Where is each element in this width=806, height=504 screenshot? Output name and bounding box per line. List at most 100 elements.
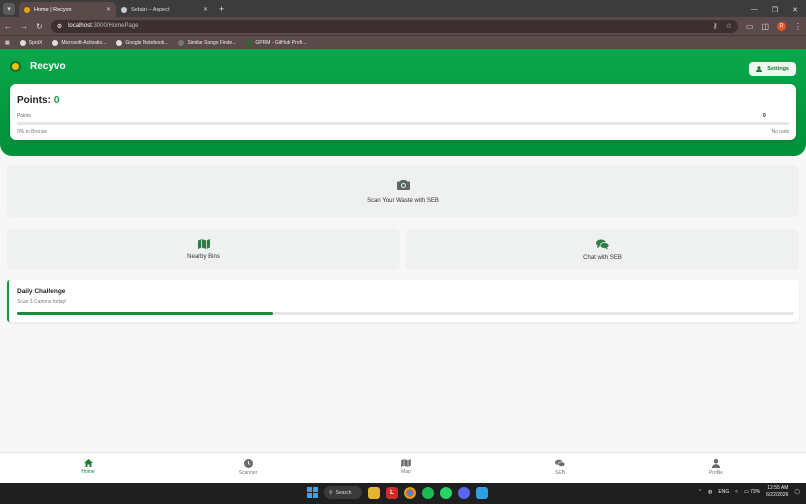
search-icon: ⚲ (329, 489, 333, 496)
camera-icon (396, 179, 410, 190)
bookmarks-bar: ▦ SpotX Microsoft-Activatio... Google No… (0, 35, 806, 49)
map-icon (197, 239, 210, 249)
recyvo-favicon-icon (24, 6, 30, 13)
progress-to-bronze: 0% to Bronze (17, 129, 48, 135)
menu-icon[interactable]: ⋮ (794, 22, 802, 31)
notebook-icon (116, 39, 123, 46)
nav-map[interactable]: Map (376, 459, 436, 475)
bookmark-spotx[interactable]: SpotX (19, 39, 43, 46)
nav-home[interactable]: Home (58, 459, 118, 475)
password-key-icon[interactable]: ⚷ (712, 22, 717, 30)
browser-tab-sebari[interactable]: Sebári – Aspect ✕ (116, 2, 213, 17)
forward-icon[interactable]: → (20, 22, 28, 31)
back-icon[interactable]: ← (4, 22, 12, 31)
bookmark-label: SpotX (28, 39, 43, 46)
sidebar-icon[interactable]: ◫ (761, 22, 769, 31)
brand[interactable]: Recyvo (10, 61, 66, 72)
browser-tabstrip: ▾ Home | Recyvo ✕ Sebári – Aspect ✕ + — … (0, 0, 806, 17)
nearby-bins-card[interactable]: Nearby Bins (7, 229, 400, 270)
clock-time: 12:55 AM (767, 485, 789, 491)
browser-tab-recyvo[interactable]: Home | Recyvo ✕ (19, 2, 116, 17)
language-indicator[interactable]: ENG (718, 489, 729, 495)
microphone-icon[interactable]: ◍ (708, 489, 712, 495)
map-icon (401, 459, 411, 467)
bookmark-label: Microsoft-Activatio... (61, 39, 107, 46)
nav-scanner-label: Scanner (238, 470, 258, 476)
gprm-icon (246, 39, 253, 46)
tab-title: Home | Recyvo (34, 6, 72, 13)
spotify-icon[interactable] (422, 486, 434, 499)
points-card: Points: 0 Points 0 0% to Bronze No rank (10, 84, 796, 140)
nav-map-label: Map (401, 469, 411, 475)
system-tray: ⌃ ◍ ENG ≈ ▭ 73% 12:55 AM 6/22/2026 ◯ (698, 485, 800, 499)
nav-home-label: Home (81, 469, 95, 475)
points-progress-bar (17, 122, 789, 125)
chat-bubbles-icon (596, 239, 609, 249)
scan-waste-label: Scan Your Waste with SEB (367, 197, 439, 204)
extensions-icon[interactable]: ▭ (746, 22, 754, 31)
wifi-icon[interactable]: ≈ (735, 489, 738, 495)
bookmark-gprm[interactable]: GPRM - GitHub Profi... (246, 39, 307, 46)
url-host: localhost (68, 23, 92, 29)
chat-with-seb-card[interactable]: Chat with SEB (406, 229, 799, 270)
chat-with-seb-label: Chat with SEB (583, 254, 622, 261)
bookmark-star-icon[interactable]: ☆ (726, 22, 732, 30)
bookmark-similar-songs[interactable]: Similar Songs Finde... (178, 39, 237, 46)
address-bar[interactable]: ⚙ localhost:3000/HomePage ⚷ ☆ (50, 19, 738, 33)
reload-icon[interactable]: ↻ (36, 22, 43, 31)
minimize-icon[interactable]: — (751, 6, 758, 14)
file-explorer-icon[interactable] (368, 486, 380, 499)
bookmark-google-notebook[interactable]: Google Notebook... (116, 39, 169, 46)
battery-indicator[interactable]: ▭ 73% (744, 489, 760, 495)
os-taskbar: ⚲ Search L ⌃ ◍ ENG ≈ ▭ 73% 12:55 AM 6/22/2… (0, 483, 806, 504)
discord-icon[interactable] (458, 486, 470, 499)
clock-date: 6/22/2026 (766, 492, 789, 498)
whatsapp-icon[interactable] (440, 486, 452, 499)
notifications-icon[interactable]: ◯ (794, 489, 800, 495)
tab-search-button[interactable]: ▾ (3, 3, 15, 15)
new-tab-button[interactable]: + (219, 4, 224, 14)
profile-avatar[interactable]: D (777, 21, 786, 31)
windows-start-icon[interactable] (307, 487, 318, 498)
site-info-icon[interactable]: ⚙ (57, 23, 62, 30)
battery-percent: 73% (750, 489, 761, 495)
chrome-icon[interactable] (404, 486, 416, 499)
points-value: 0 (53, 95, 60, 106)
settings-button[interactable]: Settings (749, 62, 796, 76)
restore-icon[interactable]: ❐ (772, 6, 778, 14)
bookmark-label: Similar Songs Finde... (187, 39, 237, 46)
bottom-nav: Home Scanner Map SEB Profile (0, 452, 806, 483)
nav-profile[interactable]: Profile (686, 459, 746, 476)
window-controls: — ❐ ✕ (751, 6, 798, 14)
close-window-icon[interactable]: ✕ (792, 6, 798, 14)
clock[interactable]: 12:55 AM 6/22/2026 (766, 485, 788, 499)
app-header: Recyvo Settings Points: 0 Points 0 0% to … (0, 49, 806, 156)
clock-icon (243, 459, 253, 468)
challenge-progress-fill (17, 312, 274, 315)
taskbar-search-label: Search (335, 489, 352, 496)
music-icon (178, 39, 185, 46)
bookmark-label: Google Notebook... (125, 39, 169, 46)
bookmark-microsoft-activation[interactable]: Microsoft-Activatio... (52, 39, 107, 46)
app-l-icon[interactable]: L (386, 486, 398, 499)
nav-seb[interactable]: SEB (530, 459, 590, 476)
points-title: Points: 0 (17, 95, 59, 106)
bookmark-label: GPRM - GitHub Profi... (255, 39, 307, 46)
apps-grid-icon[interactable]: ▦ (5, 40, 10, 46)
nav-scanner[interactable]: Scanner (218, 459, 278, 476)
vscode-icon[interactable] (476, 486, 488, 499)
profile-icon (712, 459, 720, 468)
rank-label: No rank (771, 129, 789, 135)
nearby-bins-label: Nearby Bins (187, 254, 220, 260)
chevron-up-icon[interactable]: ⌃ (698, 489, 702, 495)
spotx-icon (19, 39, 26, 46)
points-number: 0 (763, 113, 766, 119)
tab-title: Sebári – Aspect (131, 6, 170, 13)
scan-waste-card[interactable]: Scan Your Waste with SEB (7, 165, 799, 217)
close-icon[interactable]: ✕ (106, 6, 111, 13)
chat-icon (555, 459, 565, 467)
taskbar-search[interactable]: ⚲ Search (324, 486, 362, 499)
recyvo-logo-icon (10, 61, 21, 72)
github-icon (52, 39, 59, 46)
close-icon[interactable]: ✕ (203, 6, 208, 13)
